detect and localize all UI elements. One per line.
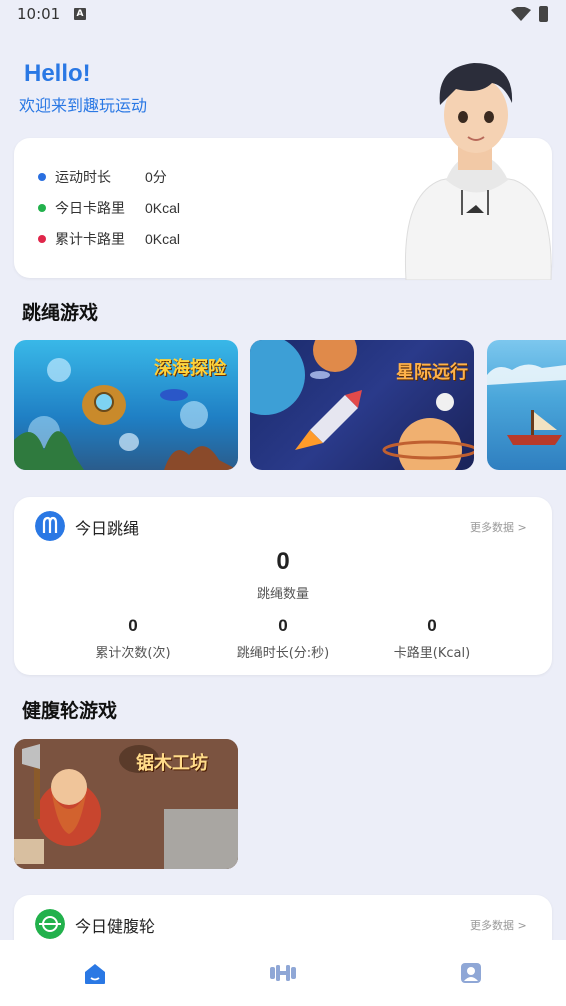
ab-wheel-games-title: 健腹轮游戏 bbox=[22, 700, 118, 722]
stat-label: 运动时长 bbox=[55, 170, 111, 186]
metric-calories-label: 卡路里(Kcal) bbox=[393, 646, 471, 661]
today-jump-rope-title: 今日跳绳 bbox=[75, 519, 140, 538]
sawmill-label: 锯木工坊 bbox=[136, 753, 208, 774]
ab-wheel-icon bbox=[35, 909, 65, 939]
home-icon[interactable] bbox=[80, 960, 110, 986]
stat-value: 0Kcal bbox=[145, 231, 181, 247]
metric-calories-value: 0 bbox=[427, 616, 437, 635]
stat-row-today-calories: 今日卡路里 0Kcal bbox=[38, 198, 180, 218]
stat-label: 今日卡路里 bbox=[55, 201, 125, 217]
status-bar: 10:01 A bbox=[0, 0, 566, 30]
today-ab-wheel-title: 今日健腹轮 bbox=[75, 917, 156, 936]
stat-label: 累计卡路里 bbox=[55, 232, 125, 248]
game-tile-sawmill[interactable]: 锯木工坊 bbox=[14, 739, 238, 869]
metric-calories: 0 卡路里(Kcal) bbox=[342, 616, 522, 661]
hello-title: Hello! bbox=[24, 60, 91, 87]
stat-row-duration: 运动时长 0分 bbox=[38, 167, 167, 187]
interstellar-label: 星际远行 bbox=[396, 362, 468, 383]
stat-value: 0Kcal bbox=[145, 200, 181, 216]
today-jump-rope-card: 今日跳绳 更多数据 > 0 跳绳数量 0 累计次数(次) 0 跳绳时长(分:秒)… bbox=[14, 497, 552, 675]
welcome-subtitle: 欢迎来到趣玩运动 bbox=[19, 96, 148, 115]
game-tile-deep-sea[interactable]: 深海探险 bbox=[14, 340, 238, 470]
game-tile-third[interactable] bbox=[487, 340, 566, 470]
jump-rope-icon bbox=[35, 511, 65, 541]
red-dot-icon bbox=[38, 235, 46, 243]
stat-value: 0分 bbox=[145, 169, 167, 185]
jump-rope-more-data-link[interactable]: 更多数据 > bbox=[470, 519, 527, 535]
jump-rope-games-title: 跳绳游戏 bbox=[22, 302, 99, 324]
deep-sea-label: 深海探险 bbox=[154, 358, 226, 379]
green-dot-icon bbox=[38, 204, 46, 212]
profile-icon[interactable] bbox=[456, 960, 486, 986]
game-tile-interstellar[interactable]: 星际远行 bbox=[250, 340, 474, 470]
ab-wheel-more-data-link[interactable]: 更多数据 > bbox=[470, 917, 527, 933]
battery-icon bbox=[539, 6, 548, 22]
status-time: 10:01 bbox=[17, 5, 61, 23]
jump-count-label: 跳绳数量 bbox=[256, 587, 309, 602]
dumbbell-icon[interactable] bbox=[268, 960, 298, 986]
notification-a-icon: A bbox=[74, 8, 86, 20]
boat-artwork-image bbox=[487, 364, 566, 445]
stat-row-total-calories: 累计卡路里 0Kcal bbox=[38, 229, 180, 249]
blue-dot-icon bbox=[38, 173, 46, 181]
jump-count-value: 0 bbox=[276, 548, 290, 575]
bottom-nav bbox=[0, 940, 566, 1006]
avatar-character-image bbox=[404, 63, 552, 280]
wifi-icon bbox=[511, 7, 531, 21]
